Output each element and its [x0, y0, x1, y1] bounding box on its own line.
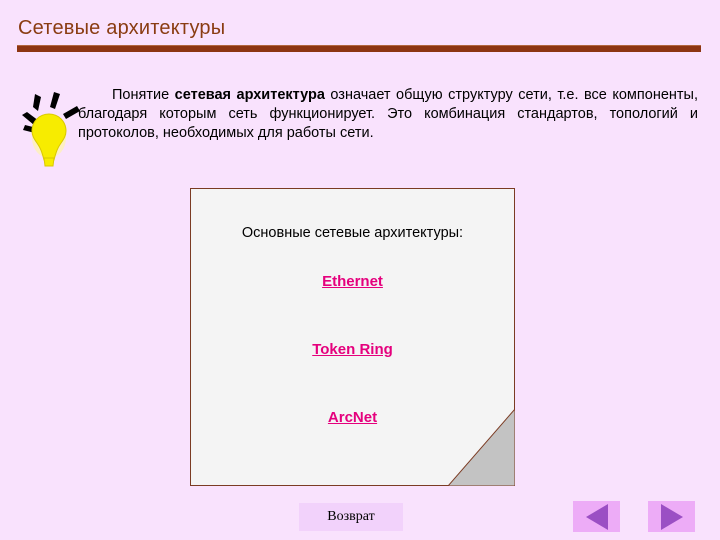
triangle-right-icon [660, 503, 683, 530]
page-title: Сетевые архитектуры [18, 17, 226, 39]
card-heading: Основные сетевые архитектуры: [241, 225, 464, 241]
intro-bold-term: сетевая архитектура [174, 87, 325, 103]
intro-text-before: Понятие [112, 87, 175, 103]
triangle-left-icon [585, 503, 608, 530]
link-token-ring[interactable]: Token Ring [190, 341, 515, 358]
return-button[interactable]: Возврат [299, 503, 403, 531]
link-arcnet[interactable]: ArcNet [190, 409, 515, 426]
previous-slide-button[interactable] [573, 501, 620, 532]
card-content: Основные сетевые архитектуры: Ethernet T… [190, 188, 515, 486]
link-ethernet[interactable]: Ethernet [190, 273, 515, 290]
intro-paragraph: Понятие сетевая архитектура означает общ… [78, 86, 698, 143]
lightbulb-idea-icon [22, 88, 84, 170]
architectures-card: Основные сетевые архитектуры: Ethernet T… [190, 188, 516, 487]
title-divider [17, 45, 701, 52]
intro-block: Понятие сетевая архитектура означает общ… [78, 86, 698, 143]
next-slide-button[interactable] [648, 501, 695, 532]
